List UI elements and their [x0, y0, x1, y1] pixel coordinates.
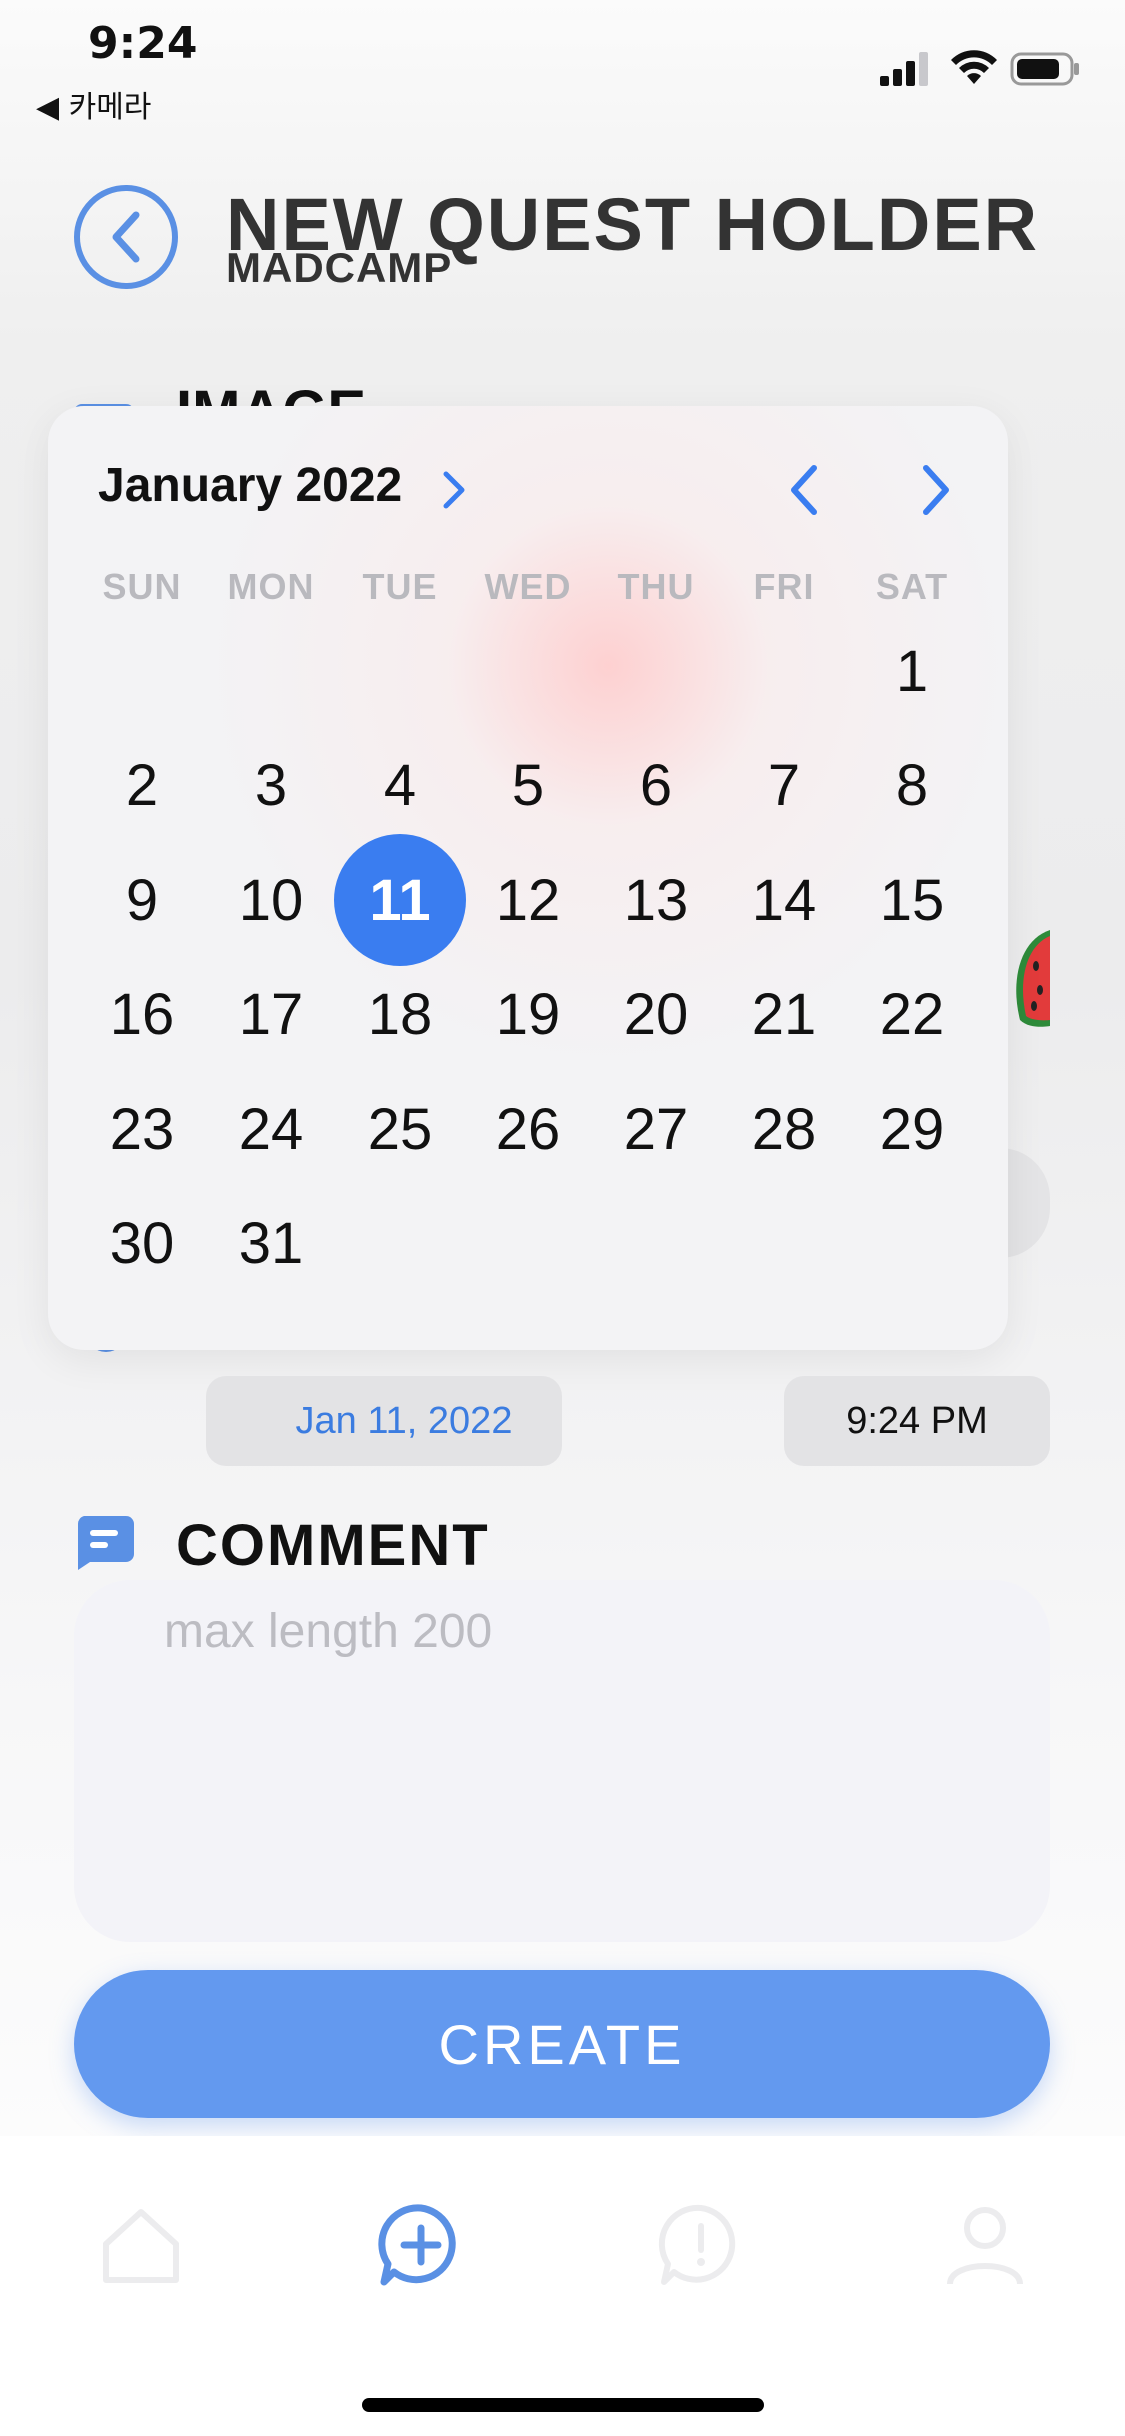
calendar-day[interactable]: 6: [592, 729, 720, 843]
chevron-right-icon[interactable]: [440, 468, 468, 512]
calendar-day[interactable]: 21: [720, 958, 848, 1072]
calendar-day-number: 13: [623, 867, 689, 933]
time-picker-button[interactable]: 9:24 PM: [784, 1376, 1050, 1466]
home-icon[interactable]: [96, 2200, 186, 2290]
calendar-day-number: 14: [751, 867, 817, 933]
comment-icon: [77, 1516, 134, 1570]
home-indicator: [362, 2398, 764, 2412]
calendar-day[interactable]: 29: [848, 1072, 976, 1186]
cellular-signal-icon: [880, 52, 928, 86]
previous-month-button[interactable]: [780, 460, 830, 520]
selected-date-value: Jan 11, 2022: [295, 1399, 513, 1442]
calendar-day[interactable]: 24: [207, 1072, 335, 1186]
calendar-day[interactable]: 25: [336, 1072, 464, 1186]
calendar-day[interactable]: 30: [78, 1187, 206, 1301]
calendar-day[interactable]: 19: [464, 958, 592, 1072]
comment-input[interactable]: [74, 1580, 1050, 1942]
calendar-day[interactable]: 26: [464, 1072, 592, 1186]
calendar-day[interactable]: 27: [592, 1072, 720, 1186]
calendar-day-number: 5: [511, 753, 545, 818]
calendar-day[interactable]: 20: [592, 958, 720, 1072]
calendar-day[interactable]: 16: [78, 958, 206, 1072]
calendar-day-number: 25: [367, 1096, 433, 1162]
calendar-day-number: 19: [495, 982, 561, 1047]
calendar-day-number: 3: [254, 753, 288, 818]
calendar-day[interactable]: 2: [78, 729, 206, 843]
create-button-label: CREATE: [438, 2012, 686, 2076]
calendar-day-number: 4: [383, 753, 417, 818]
weekday-label: SUN: [102, 566, 182, 607]
weekday-label: MON: [227, 566, 315, 607]
calendar-day-number: 29: [879, 1096, 945, 1162]
calendar-day-number: 7: [767, 753, 801, 818]
calendar-day[interactable]: 10: [207, 843, 335, 957]
calendar-day-number: 11: [369, 867, 431, 933]
calendar-day-number: 2: [125, 753, 159, 818]
comment-section-label: COMMENT: [176, 1513, 490, 1578]
calendar-day-number: 18: [367, 982, 433, 1047]
calendar-day[interactable]: 22: [848, 958, 976, 1072]
calendar-day-number: 15: [879, 867, 945, 933]
calendar-day-number: 10: [238, 867, 304, 933]
weekday-label: TUE: [362, 566, 438, 607]
watermelon-icon: [1016, 930, 1050, 1027]
calendar-day-number: 9: [125, 867, 159, 933]
calendar-day[interactable]: 17: [207, 958, 335, 1072]
weekday-label: THU: [617, 566, 695, 607]
calendar-day-number: 28: [751, 1096, 817, 1162]
next-month-button[interactable]: [910, 460, 960, 520]
calendar-day[interactable]: 31: [207, 1187, 335, 1301]
chat-icon[interactable]: [656, 2200, 746, 2290]
calendar-day[interactable]: 13: [592, 843, 720, 957]
month-year-label[interactable]: January 2022: [98, 458, 402, 513]
page-subtitle: MADCAMP: [226, 244, 453, 291]
weekday-label: FRI: [753, 566, 815, 607]
calendar-day[interactable]: 8: [848, 729, 976, 843]
calendar-day-number: 6: [639, 753, 673, 818]
calendar-day[interactable]: 3: [207, 729, 335, 843]
calendar-day-number: 16: [109, 982, 175, 1047]
calendar-day-number: 12: [495, 867, 561, 933]
calendar-day-number: 1: [895, 638, 929, 704]
create-button[interactable]: CREATE: [74, 1970, 1050, 2118]
chevron-left-icon: [112, 211, 140, 263]
calendar-day[interactable]: 5: [464, 729, 592, 843]
wifi-icon: [951, 50, 997, 84]
profile-icon[interactable]: [940, 2200, 1030, 2290]
calendar-day[interactable]: 23: [78, 1072, 206, 1186]
calendar-day-number: 26: [495, 1096, 561, 1162]
calendar-day[interactable]: 12: [464, 843, 592, 957]
battery-icon: [1010, 52, 1079, 86]
add-quest-icon[interactable]: [376, 2200, 466, 2290]
date-picker-button[interactable]: Jan 11, 2022: [206, 1376, 562, 1466]
calendar-day-number: 8: [895, 753, 929, 818]
calendar-day[interactable]: 4: [336, 729, 464, 843]
status-time: 9:24: [88, 18, 198, 69]
calendar-day-number: 24: [238, 1096, 304, 1162]
calendar-day-number: 20: [623, 982, 689, 1047]
calendar-day-selected[interactable]: 11: [334, 834, 466, 966]
calendar-day-number: 21: [751, 982, 817, 1047]
calendar-day[interactable]: 9: [78, 843, 206, 957]
calendar-day[interactable]: 7: [720, 729, 848, 843]
calendar-day[interactable]: 1: [848, 614, 976, 728]
calendar-day-number: 23: [109, 1096, 175, 1162]
calendar-day[interactable]: 18: [336, 958, 464, 1072]
calendar-day-number: 30: [109, 1211, 175, 1276]
back-to-app-link[interactable]: ◀ 카메라: [36, 82, 151, 126]
calendar-day-number: 17: [238, 982, 304, 1047]
calendar-day-number: 27: [623, 1096, 689, 1162]
calendar-day[interactable]: 15: [848, 843, 976, 957]
weekday-label: WED: [484, 566, 572, 607]
back-button[interactable]: [74, 185, 178, 289]
calendar-day[interactable]: 28: [720, 1072, 848, 1186]
calendar-day-number: 31: [238, 1211, 304, 1276]
weekday-label: SAT: [875, 566, 949, 607]
selected-time-value: 9:24 PM: [846, 1399, 988, 1442]
calendar-day[interactable]: 14: [720, 843, 848, 957]
calendar-day-number: 22: [879, 982, 945, 1047]
